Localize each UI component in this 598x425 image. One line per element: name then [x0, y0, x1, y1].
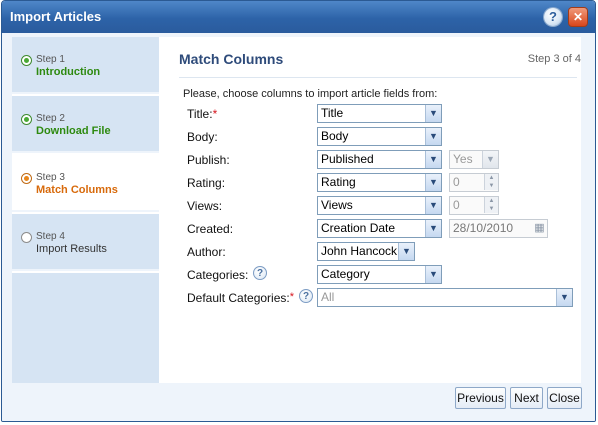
instructions-text: Please, choose columns to import article…: [183, 88, 438, 100]
author-label: Author:: [187, 245, 226, 259]
chevron-down-icon[interactable]: ▼: [398, 243, 414, 260]
dialog-title: Import Articles: [10, 9, 102, 24]
chevron-down-icon[interactable]: ▼: [425, 151, 441, 168]
publish-column-select[interactable]: Published ▼: [317, 150, 442, 169]
default-categories-help-icon[interactable]: ?: [299, 289, 313, 303]
rating-default-stepper: 0 ▲ ▼: [449, 173, 499, 192]
step-complete-icon: [21, 55, 32, 66]
default-categories-label: Default Categories:*: [187, 291, 295, 305]
default-categories-select[interactable]: All ▼: [317, 288, 573, 307]
previous-button[interactable]: Previous: [455, 387, 506, 409]
step-number: Step 3: [36, 172, 65, 183]
categories-column-select[interactable]: Category ▼: [317, 265, 442, 284]
step-name: Match Columns: [36, 184, 118, 196]
step-complete-icon: [21, 114, 32, 125]
created-default-date-field: 28/10/2010 ▦: [449, 219, 548, 238]
help-icon[interactable]: ?: [544, 8, 562, 26]
rating-column-select[interactable]: Rating ▼: [317, 173, 442, 192]
page-title: Match Columns: [179, 51, 284, 67]
created-label: Created:: [187, 222, 234, 236]
spin-up-icon: ▲: [484, 174, 498, 182]
import-articles-dialog: Import Articles ? ✕ Step 1 Introduction …: [1, 0, 596, 422]
categories-label: Categories:: [187, 268, 249, 282]
calendar-icon: ▦: [534, 222, 545, 234]
step-match-columns: Step 3 Match Columns: [12, 155, 159, 212]
close-icon[interactable]: ✕: [569, 8, 587, 26]
views-default-stepper: 0 ▲ ▼: [449, 196, 499, 215]
step-current-icon: [21, 173, 32, 184]
spin-down-icon: ▼: [484, 182, 498, 190]
step-pending-icon: [21, 232, 32, 243]
chevron-down-icon[interactable]: ▼: [425, 128, 441, 145]
views-label: Views:: [187, 199, 223, 213]
chevron-down-icon[interactable]: ▼: [556, 289, 572, 306]
body-column-select[interactable]: Body ▼: [317, 127, 442, 146]
title-divider: [179, 77, 577, 78]
chevron-down-icon[interactable]: ▼: [425, 105, 441, 122]
title-bar[interactable]: Import Articles ? ✕: [2, 1, 595, 33]
step-introduction: Step 1 Introduction: [12, 37, 159, 94]
dialog-footer: Previous Next Close: [2, 383, 595, 421]
step-name: Import Results: [36, 243, 107, 255]
sidebar-filler: [12, 273, 159, 383]
wizard-steps-sidebar: Step 1 Introduction Step 2 Download File…: [12, 37, 159, 383]
chevron-down-icon[interactable]: ▼: [425, 220, 441, 237]
publish-default-select: Yes ▼: [449, 150, 499, 169]
step-import-results: Step 4 Import Results: [12, 214, 159, 271]
required-mark: *: [289, 291, 295, 303]
rating-label: Rating:: [187, 176, 226, 190]
close-button[interactable]: Close: [547, 387, 582, 409]
step-name: Download File: [36, 125, 111, 137]
chevron-down-icon[interactable]: ▼: [425, 266, 441, 283]
step-counter: Step 3 of 4: [527, 53, 581, 65]
publish-label: Publish:: [187, 153, 230, 167]
body-label: Body:: [187, 130, 218, 144]
title-label: Title:*: [187, 107, 218, 121]
step-download-file: Step 2 Download File: [12, 96, 159, 153]
chevron-down-icon[interactable]: ▼: [425, 174, 441, 191]
chevron-down-icon[interactable]: ▼: [425, 197, 441, 214]
chevron-down-icon: ▼: [482, 151, 498, 168]
author-select[interactable]: John Hancock ▼: [317, 242, 415, 261]
created-column-select[interactable]: Creation Date ▼: [317, 219, 442, 238]
step-number: Step 1: [36, 54, 65, 65]
categories-help-icon[interactable]: ?: [253, 266, 267, 280]
next-button[interactable]: Next: [510, 387, 543, 409]
title-column-select[interactable]: Title ▼: [317, 104, 442, 123]
main-panel: Match Columns Step 3 of 4 Please, choose…: [159, 37, 581, 383]
step-number: Step 2: [36, 113, 65, 124]
spin-down-icon: ▼: [484, 205, 498, 213]
spin-up-icon: ▲: [484, 197, 498, 205]
step-name: Introduction: [36, 66, 101, 78]
step-number: Step 4: [36, 231, 65, 242]
views-column-select[interactable]: Views ▼: [317, 196, 442, 215]
required-mark: *: [212, 107, 218, 121]
